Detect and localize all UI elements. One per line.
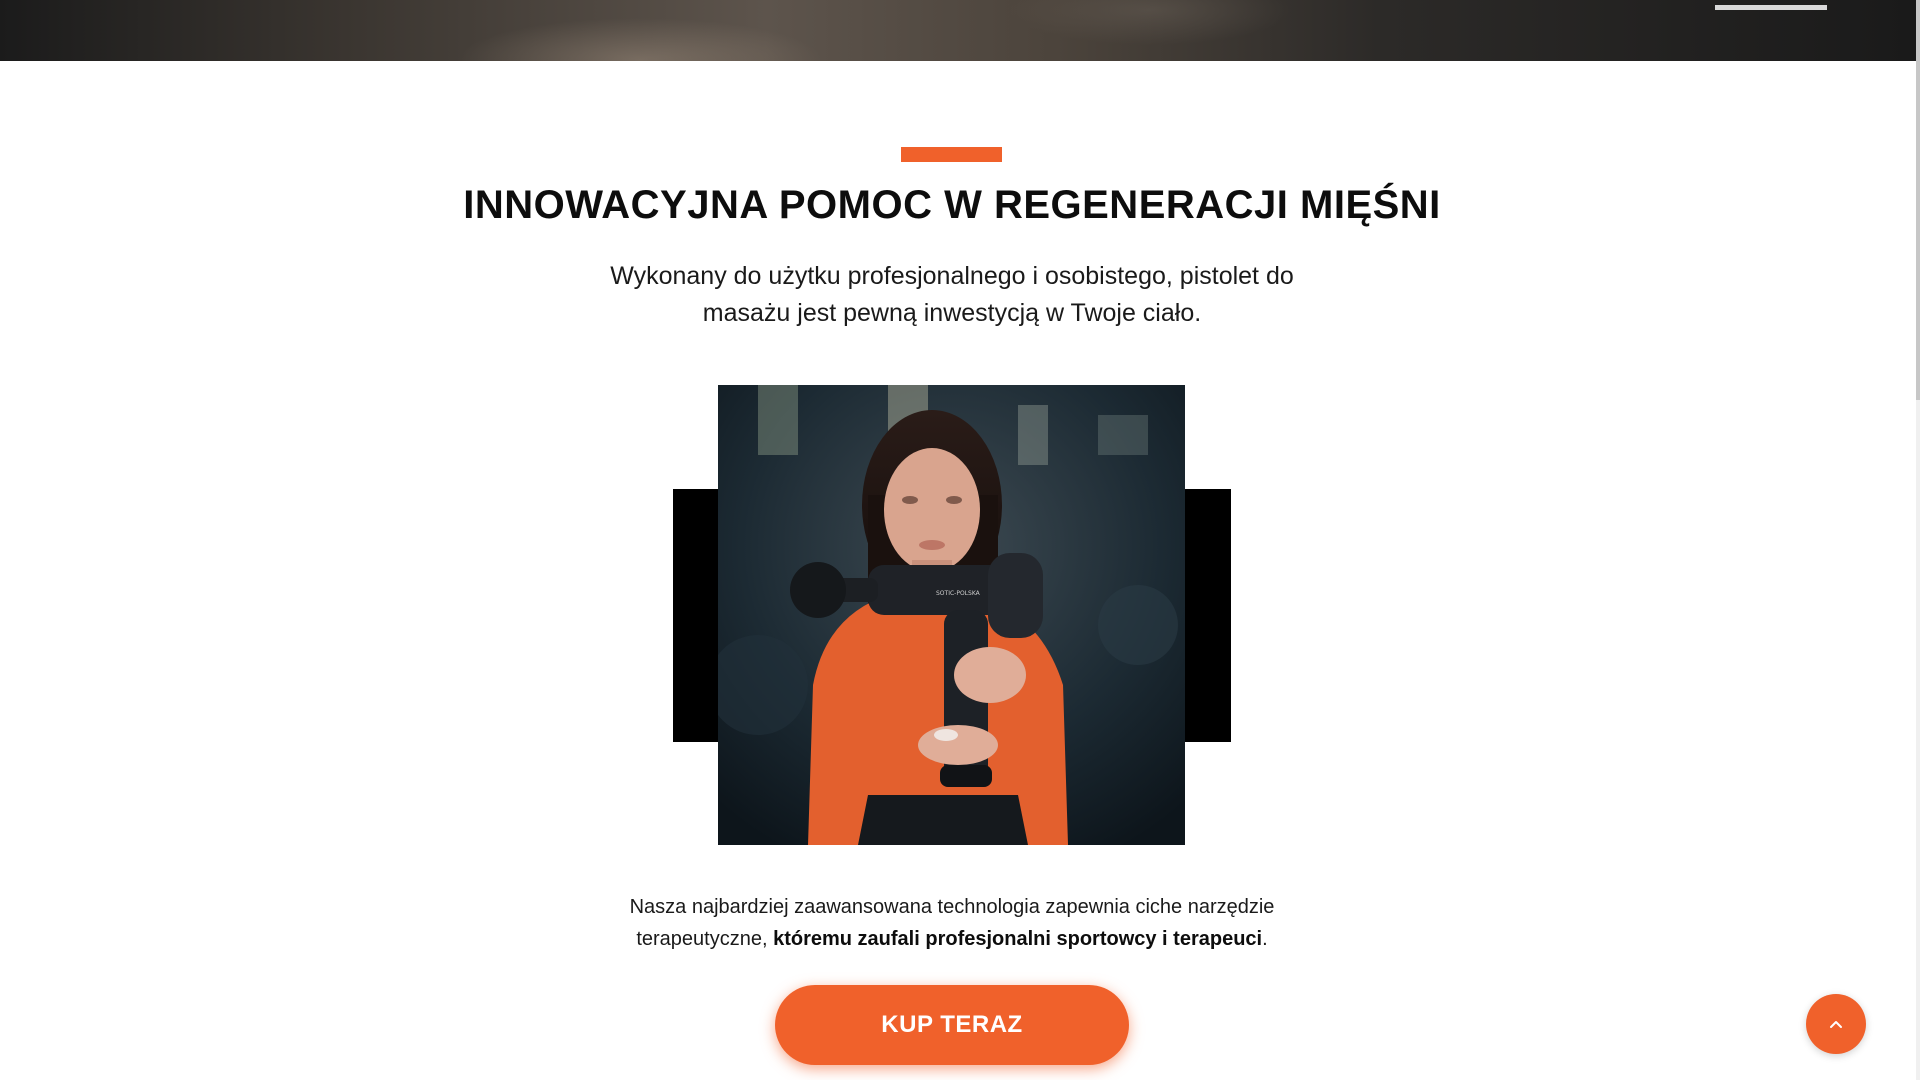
photo-brand-text: SOTIC-POLSKA — [936, 590, 981, 597]
body-text-end: . — [1262, 928, 1268, 950]
body-text-emphasis: któremu zaufali profesjonalni sportowcy … — [773, 928, 1263, 950]
chevron-up-icon — [1829, 1017, 1843, 1032]
back-to-top-button[interactable] — [1806, 994, 1866, 1054]
slider-indicator[interactable] — [1715, 5, 1827, 10]
scrollbar-thumb[interactable] — [1916, 0, 1920, 400]
hero-banner-image — [0, 0, 1916, 61]
section-body-text: Nasza najbardziej zaawansowana technolog… — [580, 891, 1324, 955]
section-subtitle: Wykonany do użytku profesjonalnego i oso… — [560, 258, 1344, 332]
product-photo: SOTIC-POLSKA — [718, 385, 1185, 845]
subtitle-line-1: Wykonany do użytku profesjonalnego i oso… — [610, 262, 1294, 290]
section-accent-bar — [901, 147, 1002, 162]
section-title: INNOWACYJNA POMOC W REGENERACJI MIĘŚNI — [463, 183, 1441, 227]
subtitle-line-2: masażu jest pewną inwestycją w Twoje cia… — [702, 299, 1202, 327]
scrollbar[interactable] — [1916, 0, 1920, 1080]
buy-now-button[interactable]: KUP TERAZ — [775, 985, 1129, 1065]
